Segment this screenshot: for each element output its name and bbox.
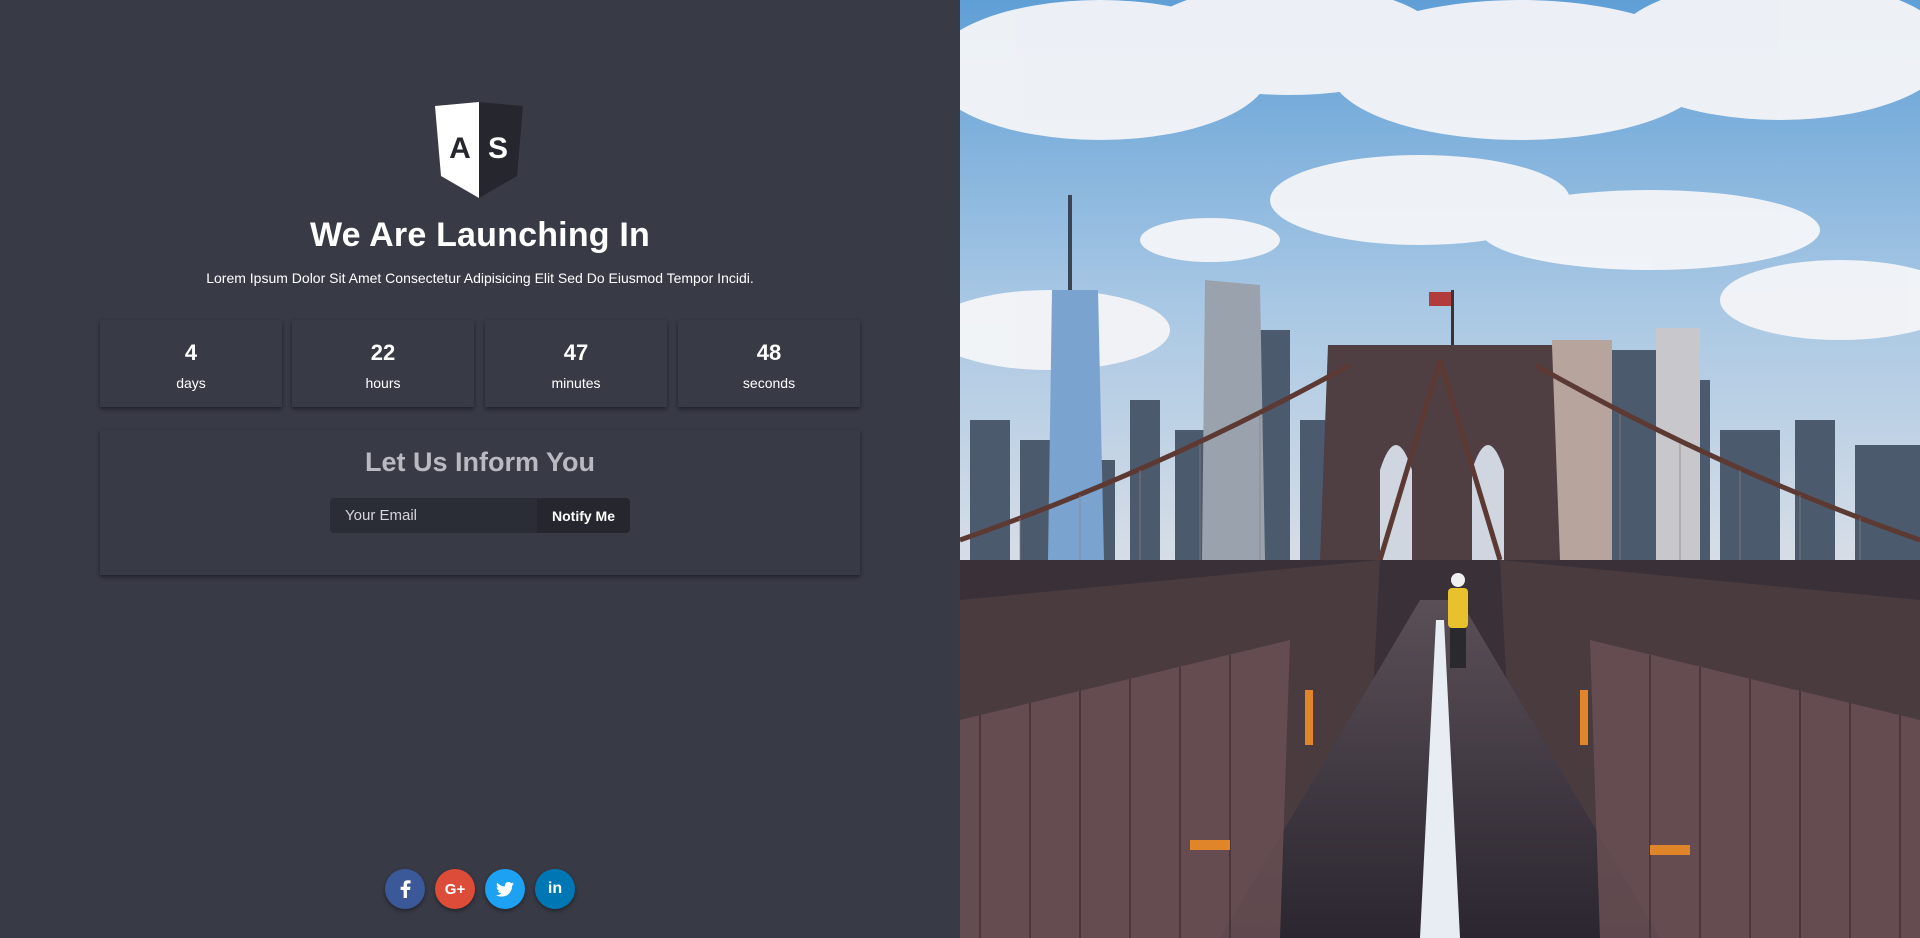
email-input[interactable]	[330, 498, 538, 533]
countdown-hours: 22 hours	[292, 320, 474, 407]
countdown-value: 22	[370, 340, 396, 365]
countdown-days: 4 days	[100, 320, 282, 407]
linkedin-icon[interactable]: in	[535, 869, 575, 909]
countdown-value: 48	[756, 340, 782, 365]
page-title: We Are Launching In	[309, 216, 651, 254]
subscribe-title: Let Us Inform You	[364, 447, 595, 477]
countdown-label: minutes	[551, 375, 601, 391]
twitter-icon[interactable]	[485, 869, 525, 909]
countdown-value: 47	[563, 340, 589, 365]
countdown-label: hours	[365, 375, 401, 391]
logo-letter-s: S	[488, 132, 508, 165]
countdown-minutes: 47 minutes	[485, 320, 667, 407]
launch-panel: A S We Are Launching In Lorem Ipsum Dolo…	[0, 0, 960, 938]
logo-letter-a: A	[449, 132, 471, 165]
countdown-value: 4	[184, 340, 198, 365]
countdown-label: seconds	[742, 375, 796, 391]
subscribe-panel: Let Us Inform You Notify Me	[100, 430, 860, 575]
page-subtitle: Lorem Ipsum Dolor Sit Amet Consectetur A…	[206, 270, 754, 286]
facebook-icon[interactable]	[385, 869, 425, 909]
countdown: 4 days 22 hours 47 minutes 48 seconds	[100, 320, 860, 408]
bridge-illustration	[960, 0, 1920, 938]
google-plus-glyph: G+	[444, 880, 466, 898]
hero-photo-brooklyn-bridge	[960, 0, 1920, 938]
as-shield-logo: A S	[435, 102, 523, 198]
notify-me-button[interactable]: Notify Me	[537, 498, 630, 533]
countdown-label: days	[176, 375, 206, 391]
linkedin-glyph: in	[547, 880, 563, 897]
countdown-seconds: 48 seconds	[678, 320, 860, 407]
google-plus-icon[interactable]: G+	[435, 869, 475, 909]
